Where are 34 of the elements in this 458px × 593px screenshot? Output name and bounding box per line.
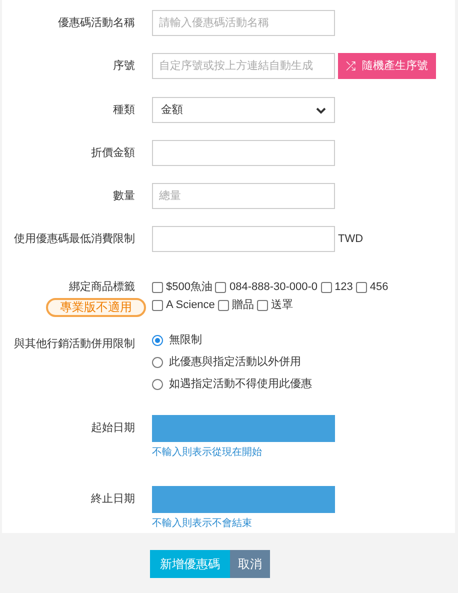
field-label: 折價金額: [91, 146, 135, 161]
tag-checkbox[interactable]: 456: [356, 279, 388, 295]
hint-text: 不輸入則表示從現在開始: [152, 446, 263, 460]
tag-checkbox[interactable]: $500魚油: [152, 279, 212, 295]
date-field[interactable]: [152, 486, 335, 513]
hint-text: 不輸入則表示不會結束: [152, 516, 253, 531]
field-label: 綁定商品標籤: [69, 280, 135, 295]
text-field[interactable]: 請輸入優惠碼活動名稱: [152, 10, 335, 36]
radio-option[interactable]: 無限制: [152, 331, 312, 349]
date-field[interactable]: [152, 415, 335, 442]
field-label: 使用優惠碼最低消費限制: [14, 232, 135, 247]
unit-label: TWD: [338, 232, 364, 247]
radio-option[interactable]: 如遇指定活動不得使用此優惠: [152, 375, 312, 393]
tag-checkbox[interactable]: A Science: [152, 297, 215, 313]
text-field[interactable]: [152, 226, 335, 252]
text-field[interactable]: 自定序號或按上方連結自動生成: [152, 53, 335, 79]
field-label: 序號: [113, 58, 135, 74]
tag-checkbox[interactable]: 贈品: [218, 297, 254, 313]
chevron-down-icon: [316, 106, 326, 114]
plan-badge: 專業版不適用: [46, 298, 146, 317]
text-field[interactable]: [152, 140, 335, 166]
field-label: 起始日期: [91, 421, 135, 436]
tag-checkbox[interactable]: 送罩: [256, 297, 293, 313]
type-select[interactable]: 金額: [152, 97, 335, 123]
cancel-button[interactable]: 取消: [230, 550, 270, 578]
radio-option[interactable]: 此優惠與指定活動以外併用: [152, 353, 312, 371]
text-field[interactable]: 總量: [152, 183, 335, 209]
field-label: 與其他行銷活動併用限制: [14, 337, 135, 352]
field-label: 種類: [113, 103, 135, 118]
field-label: 數量: [113, 189, 135, 204]
tag-checkbox[interactable]: 084-888-30-000-0: [215, 279, 318, 295]
field-label: 終止日期: [91, 492, 135, 507]
tag-checkbox[interactable]: 123: [320, 279, 353, 295]
field-label: 優惠碼活動名稱: [58, 16, 135, 31]
